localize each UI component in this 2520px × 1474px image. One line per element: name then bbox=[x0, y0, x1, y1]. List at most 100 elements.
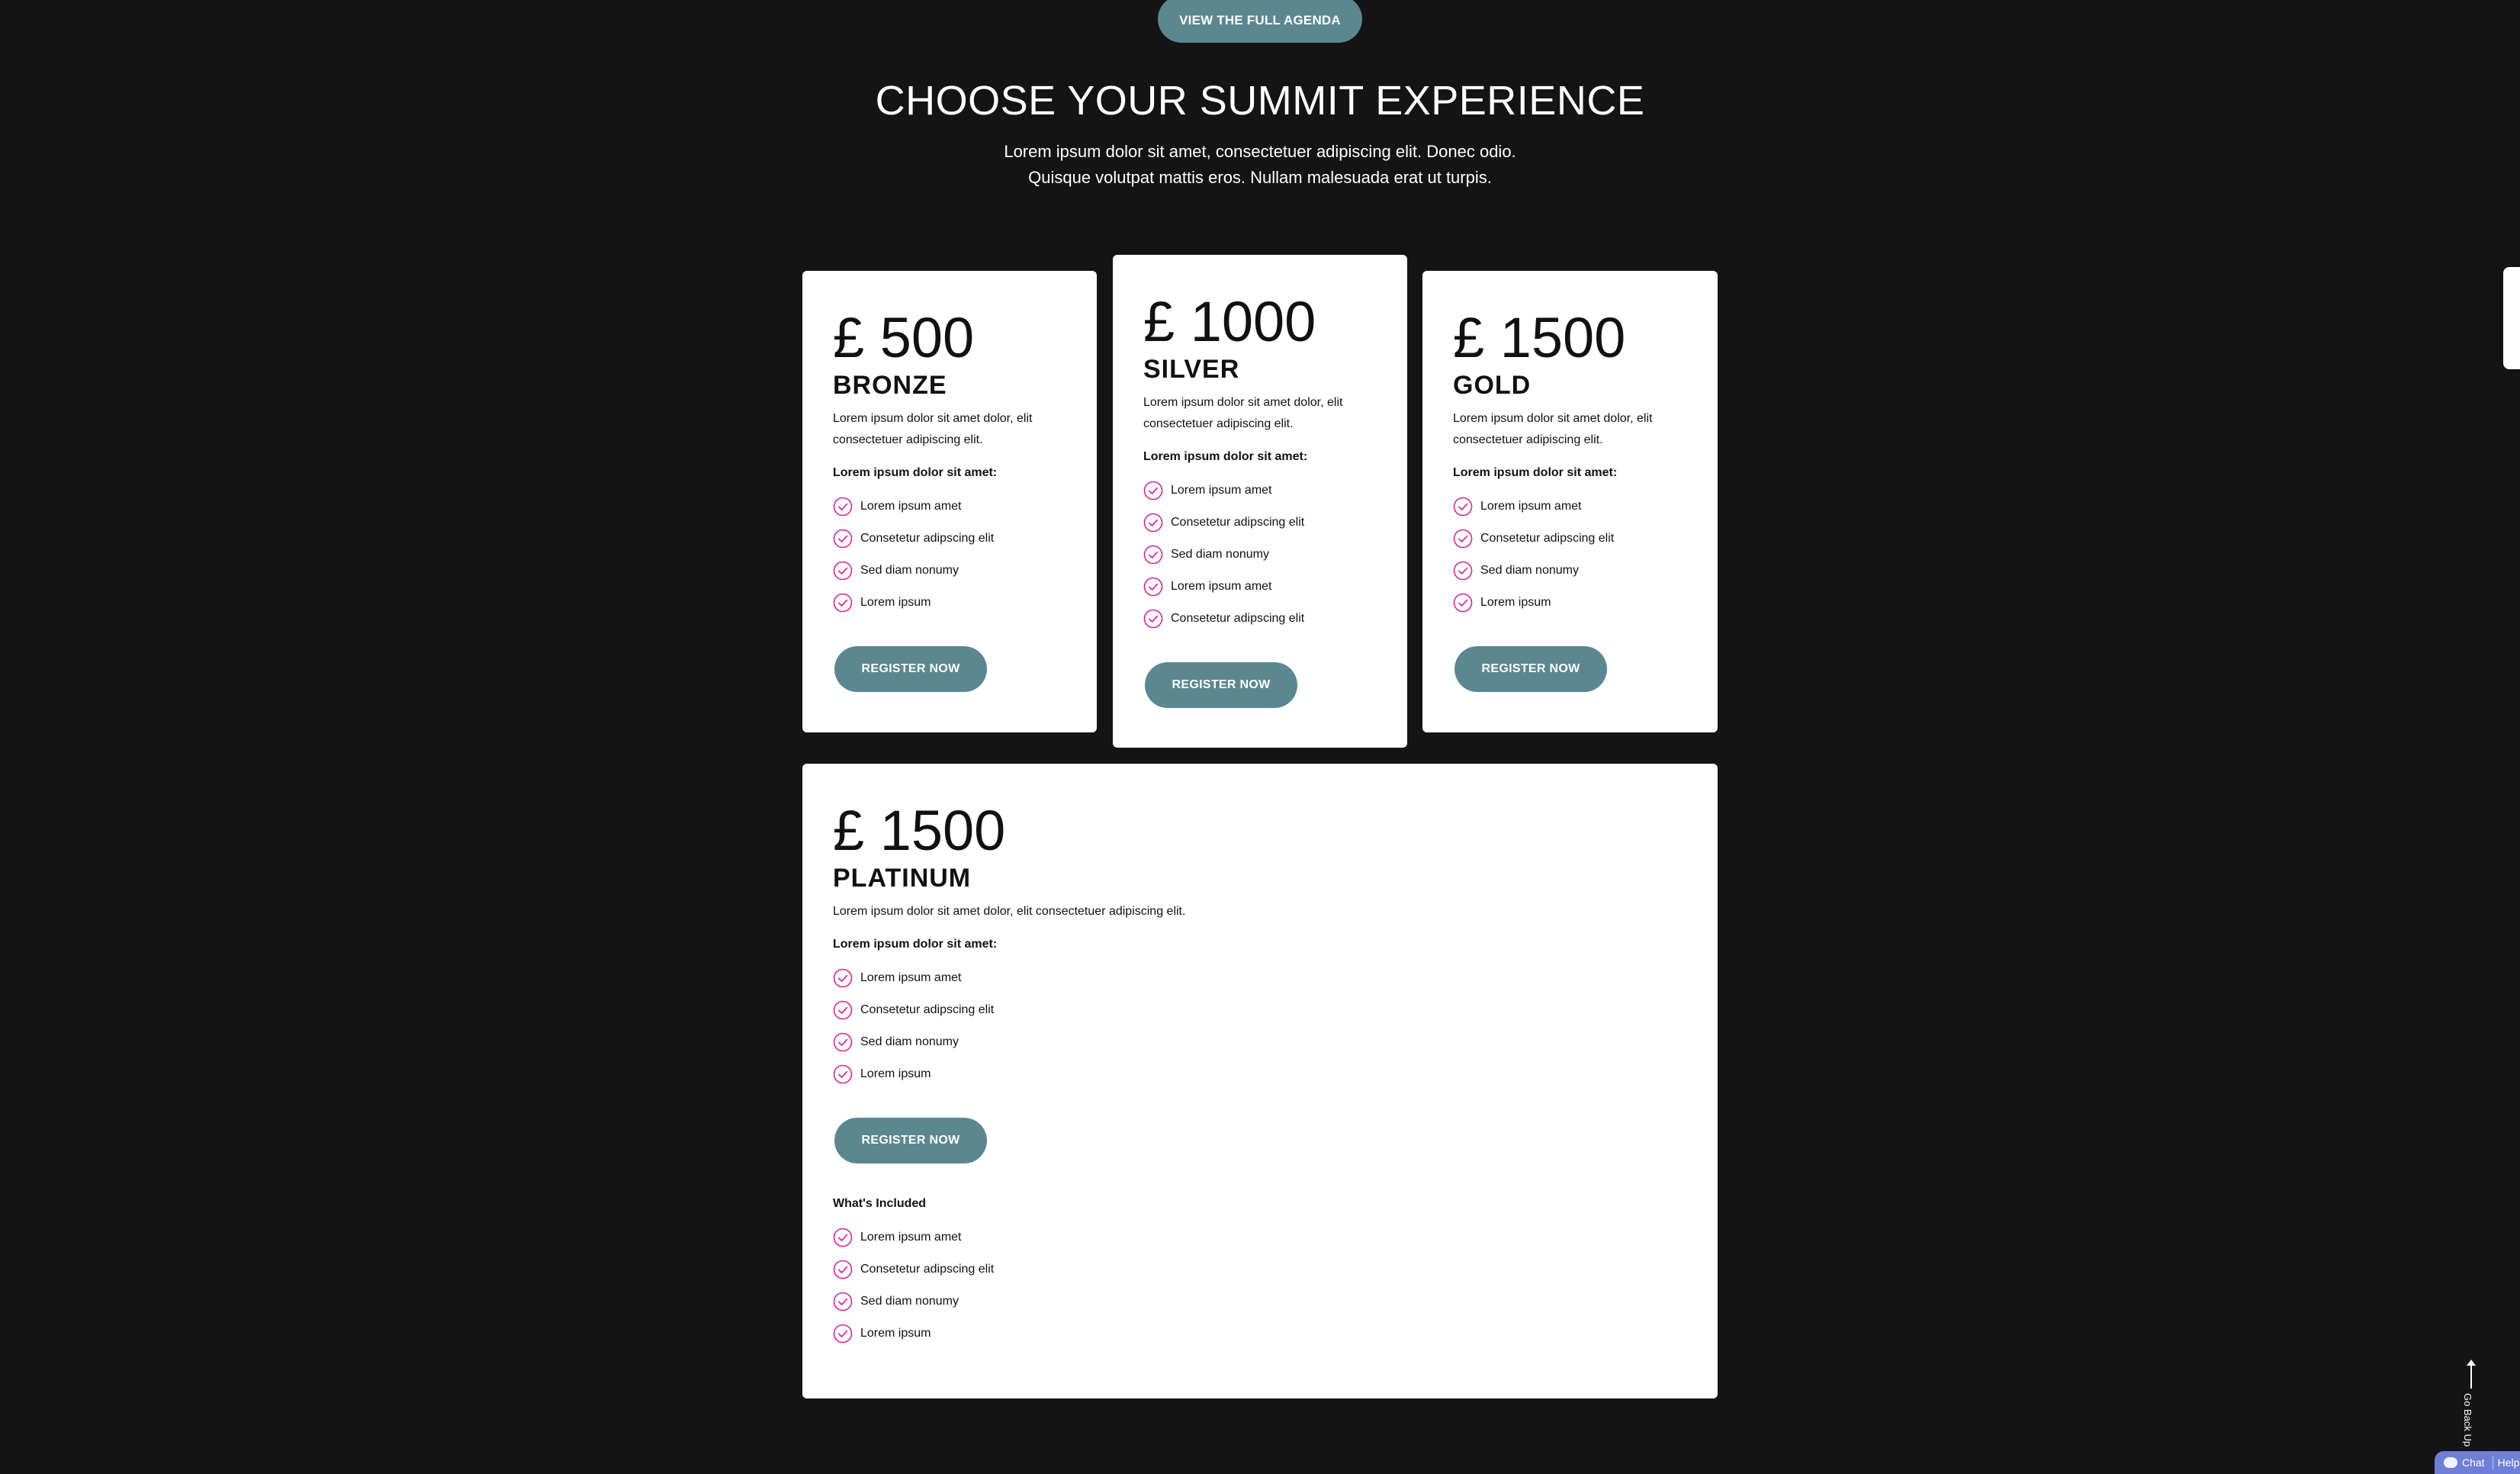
feature-list: Lorem ipsum amet Consetetur adipscing eli… bbox=[1143, 475, 1407, 635]
chat-bubble-icon bbox=[2444, 1457, 2457, 1468]
feature-list: Lorem ipsum amet Consetetur adipscing eli… bbox=[833, 491, 1097, 619]
feature-item: Lorem ipsum amet bbox=[833, 1221, 1718, 1254]
help-label[interactable]: Help bbox=[2498, 1456, 2520, 1469]
feature-label: Lorem ipsum bbox=[1480, 596, 1551, 609]
check-circle-icon bbox=[1143, 481, 1163, 500]
register-button-platinum[interactable]: REGISTER NOW bbox=[834, 1118, 987, 1163]
whats-included-heading: What's Included bbox=[833, 1197, 927, 1210]
feature-item: Consetetur adipscing elit bbox=[1143, 603, 1407, 635]
plan-description: Lorem ipsum dolor sit amet dolor, elit c… bbox=[1143, 396, 1343, 430]
plan-description: Lorem ipsum dolor sit amet dolor, elit c… bbox=[1453, 412, 1653, 446]
subtitle-line: Lorem ipsum dolor sit amet, consectetuer… bbox=[1004, 142, 1516, 161]
chat-widget[interactable]: Chat Help bbox=[2435, 1451, 2520, 1474]
check-circle-icon bbox=[833, 497, 853, 517]
feature-label: Lorem ipsum amet bbox=[860, 1231, 962, 1244]
feature-label: Lorem ipsum bbox=[860, 1327, 931, 1340]
check-circle-icon bbox=[833, 1032, 853, 1052]
plan-price: £ 1000 bbox=[1143, 290, 1316, 353]
plan-name: SILVER bbox=[1143, 355, 1240, 384]
feature-label: Lorem ipsum amet bbox=[860, 971, 962, 984]
check-circle-icon bbox=[833, 529, 853, 549]
register-button-silver[interactable]: REGISTER NOW bbox=[1145, 662, 1297, 708]
feature-item: Lorem ipsum bbox=[833, 1318, 1718, 1350]
feature-item: Lorem ipsum amet bbox=[833, 491, 1097, 523]
feature-label: Consetetur adipscing elit bbox=[1480, 532, 1615, 545]
plan-name: GOLD bbox=[1453, 371, 1532, 400]
check-circle-icon bbox=[833, 593, 853, 613]
feature-label: Lorem ipsum amet bbox=[1171, 484, 1272, 497]
check-circle-icon bbox=[1143, 609, 1163, 629]
check-circle-icon bbox=[833, 1292, 853, 1311]
register-button-gold[interactable]: REGISTER NOW bbox=[1454, 646, 1607, 692]
check-circle-icon bbox=[1143, 577, 1163, 597]
feature-item: Lorem ipsum amet bbox=[833, 962, 1718, 994]
check-circle-icon bbox=[1453, 593, 1473, 613]
pricing-card-silver: £ 1000 SILVER Lorem ipsum dolor sit amet… bbox=[1113, 255, 1407, 748]
check-circle-icon bbox=[1143, 545, 1163, 565]
check-circle-icon bbox=[833, 561, 853, 581]
plan-features-heading: Lorem ipsum dolor sit amet: bbox=[1143, 450, 1308, 463]
plan-name: BRONZE bbox=[833, 371, 947, 400]
plan-price: £ 1500 bbox=[833, 799, 1006, 862]
feature-item: Lorem ipsum bbox=[833, 1058, 1718, 1090]
feature-item: Consetetur adipscing elit bbox=[833, 1254, 1718, 1286]
plan-description: Lorem ipsum dolor sit amet dolor, elit c… bbox=[833, 412, 1033, 446]
feature-label: Lorem ipsum bbox=[860, 1067, 931, 1080]
plan-price: £ 500 bbox=[833, 306, 975, 369]
feature-list: Lorem ipsum amet Consetetur adipscing eli… bbox=[833, 962, 1718, 1090]
feature-item: Sed diam nonumy bbox=[833, 1286, 1718, 1318]
page-subtitle: Lorem ipsum dolor sit amet, consectetuer… bbox=[0, 139, 2520, 191]
arrow-up-icon bbox=[2467, 1360, 2476, 1389]
feature-label: Consetetur adipscing elit bbox=[860, 532, 995, 545]
feature-item: Sed diam nonumy bbox=[833, 555, 1097, 587]
check-circle-icon bbox=[1453, 529, 1473, 549]
feature-item: Sed diam nonumy bbox=[1143, 539, 1407, 571]
plan-features-heading: Lorem ipsum dolor sit amet: bbox=[1453, 466, 1618, 479]
check-circle-icon bbox=[833, 1324, 853, 1344]
pricing-card-gold: £ 1500 GOLD Lorem ipsum dolor sit amet d… bbox=[1422, 271, 1718, 732]
check-circle-icon bbox=[833, 1260, 853, 1279]
subtitle-line: Quisque volutpat mattis eros. Nullam mal… bbox=[1028, 168, 1492, 187]
plan-description: Lorem ipsum dolor sit amet dolor, elit c… bbox=[833, 905, 1186, 918]
check-circle-icon bbox=[1453, 561, 1473, 581]
feature-label: Sed diam nonumy bbox=[1171, 548, 1269, 561]
feature-label: Sed diam nonumy bbox=[1480, 564, 1579, 577]
feature-label: Consetetur adipscing elit bbox=[860, 1263, 995, 1276]
view-agenda-button[interactable]: VIEW THE FULL AGENDA bbox=[1158, 0, 1362, 43]
check-circle-icon bbox=[833, 1000, 853, 1020]
feature-label: Lorem ipsum amet bbox=[1171, 580, 1272, 593]
page-title: CHOOSE YOUR SUMMIT EXPERIENCE bbox=[875, 78, 1645, 124]
go-back-label: Go Back Up bbox=[2462, 1393, 2473, 1447]
feature-item: Lorem ipsum bbox=[1453, 587, 1718, 619]
feature-item: Consetetur adipscing elit bbox=[833, 523, 1097, 555]
feature-item: Consetetur adipscing elit bbox=[833, 994, 1718, 1026]
feature-label: Lorem ipsum amet bbox=[860, 500, 962, 513]
feature-label: Consetetur adipscing elit bbox=[860, 1003, 995, 1016]
feature-label: Consetetur adipscing elit bbox=[1171, 612, 1305, 625]
check-circle-icon bbox=[1143, 513, 1163, 533]
feature-item: Consetetur adipscing elit bbox=[1143, 507, 1407, 539]
chat-label[interactable]: Chat bbox=[2462, 1456, 2485, 1469]
go-back-up-link[interactable]: Go Back Up bbox=[2462, 1360, 2480, 1453]
check-circle-icon bbox=[833, 968, 853, 988]
feature-item: Lorem ipsum amet bbox=[1143, 475, 1407, 507]
included-list: Lorem ipsum amet Consetetur adipscing eli… bbox=[833, 1221, 1718, 1350]
feature-label: Sed diam nonumy bbox=[860, 564, 959, 577]
side-feedback-tab[interactable] bbox=[2503, 267, 2520, 369]
plan-features-heading: Lorem ipsum dolor sit amet: bbox=[833, 466, 998, 479]
feature-label: Lorem ipsum bbox=[860, 596, 931, 609]
register-button-bronze[interactable]: REGISTER NOW bbox=[834, 646, 987, 692]
feature-item: Lorem ipsum amet bbox=[1143, 571, 1407, 603]
feature-label: Lorem ipsum amet bbox=[1480, 500, 1582, 513]
pricing-card-platinum: £ 1500 PLATINUM Lorem ipsum dolor sit am… bbox=[802, 764, 1718, 1398]
plan-features-heading: Lorem ipsum dolor sit amet: bbox=[833, 938, 998, 951]
feature-item: Lorem ipsum amet bbox=[1453, 491, 1718, 523]
feature-label: Sed diam nonumy bbox=[860, 1295, 959, 1308]
feature-list: Lorem ipsum amet Consetetur adipscing eli… bbox=[1453, 491, 1718, 619]
check-circle-icon bbox=[833, 1064, 853, 1084]
plan-name: PLATINUM bbox=[833, 864, 972, 893]
plan-price: £ 1500 bbox=[1453, 306, 1626, 369]
check-circle-icon bbox=[1453, 497, 1473, 517]
feature-item: Lorem ipsum bbox=[833, 587, 1097, 619]
pricing-card-bronze: £ 500 BRONZE Lorem ipsum dolor sit amet … bbox=[802, 271, 1097, 732]
